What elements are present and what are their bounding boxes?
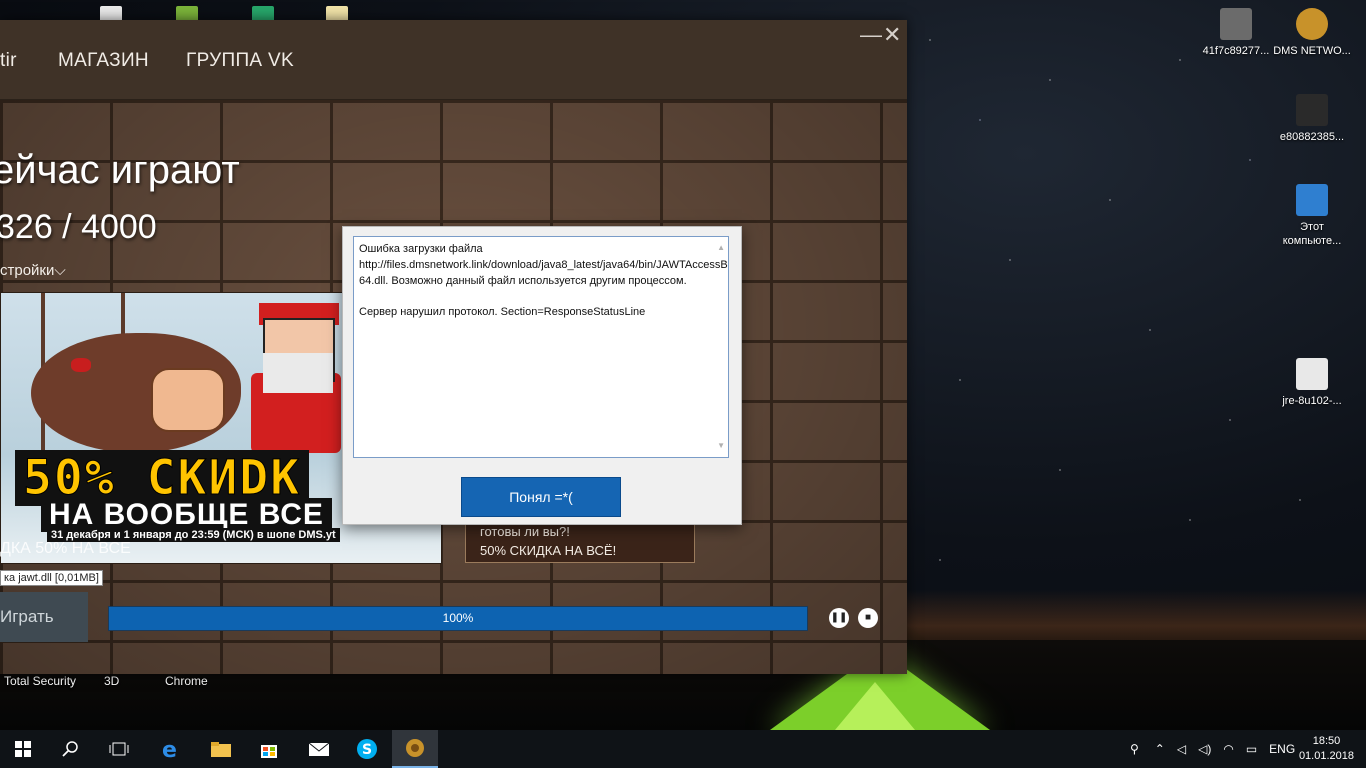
nav-item-vk-group[interactable]: ГРУППА VK <box>186 50 294 72</box>
clock-date: 01.01.2018 <box>1298 750 1354 762</box>
taskbar-store[interactable] <box>246 730 292 768</box>
svg-text:e: e <box>162 738 177 760</box>
santa-beard-image <box>263 353 333 393</box>
task-view-icon <box>109 742 129 756</box>
taskbar-skype[interactable]: S <box>344 730 390 768</box>
desktop-icon-label: 41f7c89277... <box>1202 45 1270 57</box>
dms-logo-icon <box>406 739 424 757</box>
sack-patch <box>71 358 91 372</box>
error-dialog: Ошибка загрузки файла http://files.dmsne… <box>342 226 742 525</box>
desktop-label-chrome[interactable]: Chrome <box>165 674 208 688</box>
taskbar-mail[interactable] <box>296 730 342 768</box>
players-online-title: ейчас играют <box>0 148 240 192</box>
minimize-button[interactable]: — <box>860 22 882 48</box>
computer-icon <box>1296 184 1328 216</box>
taskbar: e S ⚲ ⌃ ◁ ◁) ◠ ▭ ENG 18:50 01.01.2018 <box>0 730 1366 768</box>
download-progress-bar: 100% <box>108 606 808 631</box>
scroll-down-icon[interactable]: ▼ <box>717 438 725 454</box>
taskbar-file-explorer[interactable] <box>198 730 244 768</box>
stop-icon: ■ <box>864 612 872 623</box>
taskbar-dms-launcher[interactable] <box>392 730 438 768</box>
people-icon[interactable]: ⚲ <box>1130 742 1139 756</box>
desktop-icon-label: DMS NETWO... <box>1273 45 1351 57</box>
chevron-up-icon[interactable]: ⌃ <box>1155 742 1165 756</box>
search-button[interactable] <box>48 730 94 768</box>
dms-logo-icon <box>1296 8 1328 40</box>
desktop-icon-file-2[interactable]: e80882385... <box>1272 94 1352 144</box>
desktop-label-3d[interactable]: 3D <box>104 674 119 688</box>
volume-icon[interactable]: ◁) <box>1198 742 1211 756</box>
search-icon <box>62 741 78 757</box>
nav-item-partial[interactable]: tir <box>0 50 17 72</box>
mail-icon <box>308 742 330 756</box>
desktop-label-total-security[interactable]: Total Security <box>4 674 76 688</box>
system-tray: ⚲ ⌃ ◁ ◁) ◠ ▭ ENG <box>1130 730 1295 768</box>
windows-logo-icon <box>15 741 31 757</box>
skype-icon: S <box>357 739 377 759</box>
desktop-icon-label: Этот компьюте... <box>1282 221 1342 247</box>
wallpaper-tent-light <box>835 682 915 730</box>
clock-time: 18:50 <box>1312 735 1341 747</box>
play-button[interactable]: Играть <box>0 592 88 642</box>
store-icon <box>261 745 277 758</box>
sale-subheadline: НА ВООБЩЕ ВСЕ <box>41 498 332 532</box>
taskbar-edge[interactable]: e <box>148 730 194 768</box>
start-button[interactable] <box>0 730 46 768</box>
error-message-line: Ошибка загрузки файла http://files.dmsne… <box>359 243 729 287</box>
desktop-icon-dms-network[interactable]: DMS NETWO... <box>1272 8 1352 58</box>
desktop-icon-jre[interactable]: jre-8u102-... <box>1272 358 1352 408</box>
launcher-header: tir МАГАЗИН ГРУППА VK — ✕ <box>0 20 907 100</box>
speaker-mute-icon[interactable]: ◁ <box>1177 742 1186 756</box>
desktop-icon-label: jre-8u102-... <box>1282 395 1342 407</box>
notification-icon[interactable]: ▭ <box>1246 742 1257 756</box>
error-message-line: Сервер нарушил протокол. Section=Respons… <box>359 306 646 318</box>
players-online-count: 326 / 4000 <box>0 208 157 246</box>
ok-button[interactable]: Понял =*( <box>462 478 620 516</box>
wifi-icon[interactable]: ◠ <box>1223 742 1233 756</box>
download-file-label: ка jawt.dll [0,01MB] <box>0 570 103 586</box>
desktop-icon-this-pc[interactable]: Этот компьюте... <box>1272 184 1352 248</box>
error-message-textarea[interactable]: Ошибка загрузки файла http://files.dmsne… <box>353 236 729 458</box>
chevron-down-icon: ⌵ <box>54 262 66 279</box>
svg-text:S: S <box>362 742 372 758</box>
server-settings-dropdown[interactable]: стройки⌵ <box>0 262 66 279</box>
close-button[interactable]: ✕ <box>883 22 901 48</box>
nav-item-shop[interactable]: МАГАЗИН <box>58 50 149 72</box>
image-file-icon <box>1296 94 1328 126</box>
desktop-icon-label: e80882385... <box>1279 131 1345 143</box>
task-view-button[interactable] <box>96 730 142 768</box>
stop-button[interactable]: ■ <box>858 608 878 628</box>
news-line: 50% СКИДКА НА ВСЁ! <box>480 543 617 558</box>
desktop-icon-file[interactable]: 41f7c89277... <box>1196 8 1276 58</box>
thumbs-up-image <box>151 368 225 432</box>
edge-icon: e <box>162 738 177 760</box>
settings-label: стройки <box>0 262 55 279</box>
pause-button[interactable]: ❚❚ <box>829 608 849 628</box>
java-installer-icon <box>1296 358 1328 390</box>
banner-caption: ДКА 50% НА ВСЕ <box>0 540 131 557</box>
scroll-up-icon[interactable]: ▲ <box>717 240 725 256</box>
clock[interactable]: 18:50 01.01.2018 <box>1299 734 1354 764</box>
progress-percent: 100% <box>442 611 474 625</box>
folder-icon <box>211 742 231 757</box>
file-icon <box>1220 8 1252 40</box>
language-indicator[interactable]: ENG <box>1269 742 1295 756</box>
pause-icon: ❚❚ <box>830 612 848 623</box>
